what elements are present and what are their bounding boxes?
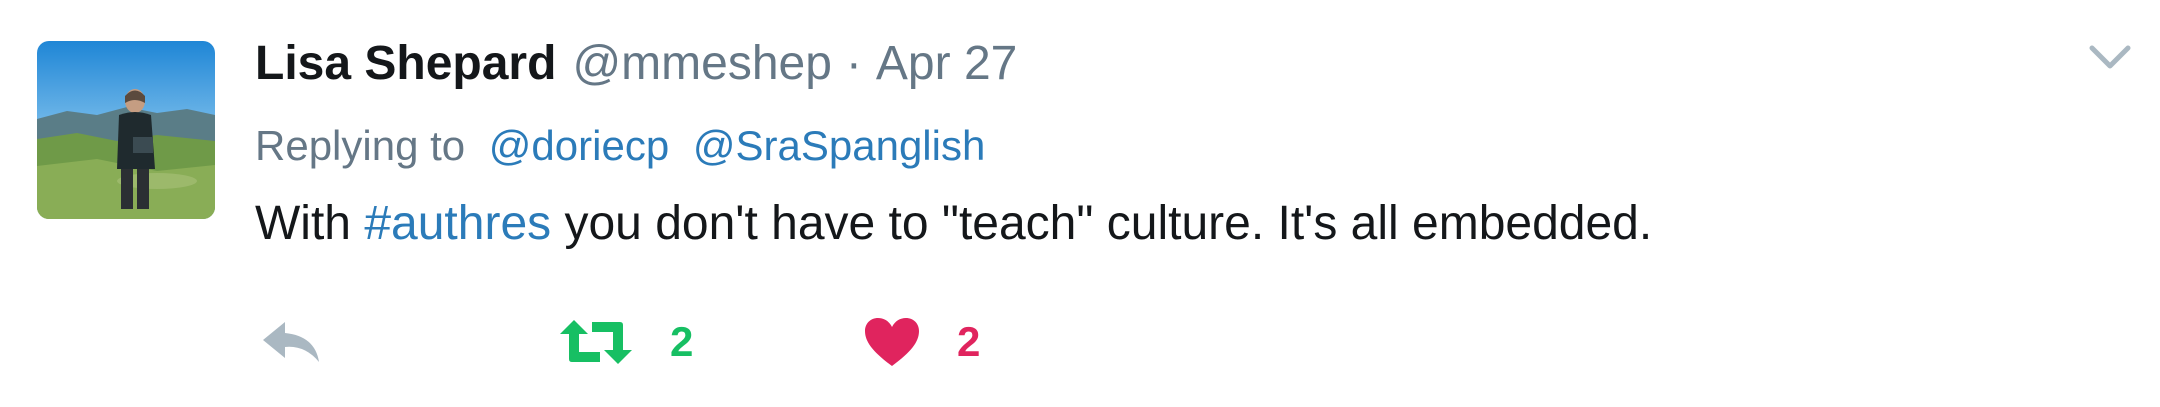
mention-link[interactable]: @doriecp — [489, 122, 669, 169]
reply-button[interactable] — [259, 312, 323, 372]
separator-dot: · — [845, 37, 862, 90]
heart-icon — [865, 318, 919, 366]
like-button[interactable]: 2 — [863, 312, 980, 372]
tweet-header: Lisa Shepard @mmeshep · Apr 27 — [255, 36, 1017, 96]
tweet-text-before: With — [255, 197, 365, 250]
display-name[interactable]: Lisa Shepard — [255, 36, 556, 91]
hashtag-link[interactable]: #authres — [364, 197, 551, 250]
mention-link[interactable]: @SraSpanglish — [693, 122, 985, 169]
tweet-date[interactable]: Apr 27 — [876, 36, 1017, 91]
replying-to-label: Replying to — [255, 122, 466, 169]
retweet-count: 2 — [670, 318, 694, 365]
retweet-icon — [560, 320, 632, 364]
user-handle[interactable]: @mmeshep — [572, 36, 831, 91]
chevron-down-icon[interactable] — [2088, 40, 2132, 76]
retweet-button[interactable]: 2 — [558, 312, 693, 372]
tweet-text-after: you don't have to "teach" culture. It's … — [551, 197, 1653, 250]
reply-icon — [263, 322, 319, 362]
tweet: Lisa Shepard @mmeshep · Apr 27 Replying … — [0, 0, 2160, 407]
like-count: 2 — [957, 318, 981, 365]
avatar-photo — [37, 41, 215, 219]
avatar[interactable] — [37, 41, 215, 219]
tweet-text: With #authres you don't have to "teach" … — [255, 196, 1652, 251]
replying-to: Replying to @doriecp @SraSpanglish — [255, 122, 985, 170]
